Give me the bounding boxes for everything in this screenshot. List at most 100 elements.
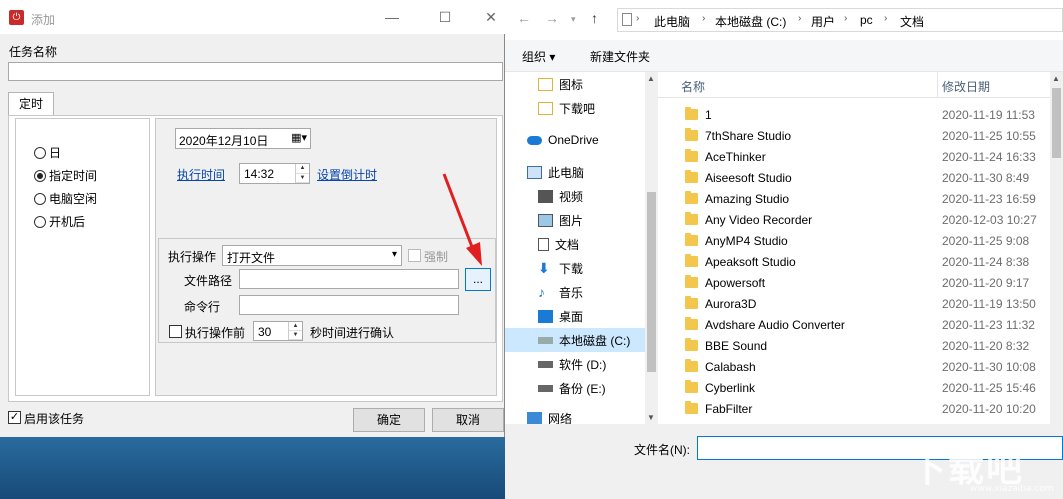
file-path-input[interactable] — [239, 269, 459, 289]
file-row[interactable]: 7thShare Studio 2020-11-25 10:55 — [658, 125, 1048, 146]
new-folder-button[interactable]: 新建文件夹 — [590, 48, 650, 65]
cmdline-input[interactable] — [239, 295, 459, 315]
folder-icon — [685, 401, 698, 414]
nav-item-desktop[interactable]: 桌面 — [505, 304, 657, 328]
radio-specified-time[interactable]: 指定时间 — [34, 167, 97, 184]
breadcrumb-item[interactable]: pc — [860, 13, 873, 27]
date-picker[interactable]: 2020年12月10日 ▦▾ — [175, 128, 311, 149]
radio-day[interactable]: 日 — [34, 144, 61, 161]
spin-up-icon[interactable]: ▲ — [296, 164, 309, 174]
file-date: 2020-11-20 8:32 — [942, 338, 1030, 353]
scroll-up-icon[interactable]: ▲ — [1052, 74, 1060, 83]
nav-item-music[interactable]: ♪ 音乐 — [505, 280, 657, 304]
file-row[interactable]: FabFilter 2020-11-20 10:20 — [658, 398, 1048, 419]
file-date: 2020-11-25 10:55 — [942, 128, 1036, 143]
scrollbar-thumb[interactable] — [647, 192, 656, 372]
column-name[interactable]: 名称 — [681, 78, 705, 95]
nav-scrollbar[interactable]: ▲ ▼ — [645, 72, 658, 424]
forward-icon[interactable]: → — [545, 10, 559, 26]
drive-icon — [538, 360, 553, 368]
pre-exec-checkbox[interactable] — [169, 325, 182, 338]
enable-task-label: 启用该任务 — [24, 412, 85, 426]
schedule-type-group: 日 指定时间 电脑空闲 开机后 — [15, 118, 150, 396]
nav-item-onedrive[interactable]: OneDrive — [505, 128, 657, 152]
nav-item-videos[interactable]: 视频 — [505, 184, 657, 208]
tab-schedule[interactable]: 定时 — [8, 92, 54, 116]
nav-item-pictures[interactable]: 图片 — [505, 208, 657, 232]
file-row[interactable]: Cyberlink 2020-11-25 15:46 — [658, 377, 1048, 398]
column-modified[interactable]: 修改日期 — [942, 78, 990, 95]
chevron-down-icon[interactable]: ▾ — [571, 14, 576, 25]
action-select[interactable]: 打开文件 ▾ — [222, 245, 402, 266]
seconds-input[interactable]: 30 ▲ ▼ — [253, 321, 303, 341]
maximize-icon[interactable]: ☐ — [434, 6, 456, 28]
file-list-scrollbar[interactable]: ▲ — [1050, 72, 1063, 424]
countdown-link[interactable]: 设置倒计时 — [317, 166, 377, 183]
calendar-icon[interactable]: ▦▾ — [291, 131, 307, 144]
cancel-button[interactable]: 取消 — [432, 408, 504, 432]
exec-time-link[interactable]: 执行时间 — [177, 166, 225, 183]
browse-button[interactable]: ... — [465, 268, 491, 291]
nav-item-xiazaiba[interactable]: 下载吧 — [505, 96, 657, 120]
nav-item-downloads[interactable]: ⬇ 下载 — [505, 256, 657, 280]
scroll-down-icon[interactable]: ▼ — [647, 413, 655, 422]
spin-down-icon[interactable]: ▼ — [296, 174, 309, 183]
file-row[interactable]: 1 2020-11-19 11:53 — [658, 104, 1048, 125]
watermark: 下载吧 www.xiazaiba.com — [910, 440, 1060, 495]
radio-dot — [34, 215, 46, 228]
task-name-input[interactable] — [8, 62, 503, 81]
nav-item-drive-d[interactable]: 软件 (D:) — [505, 352, 657, 376]
file-row[interactable]: Aurora3D 2020-11-19 13:50 — [658, 293, 1048, 314]
back-icon[interactable]: ← — [517, 10, 531, 26]
nav-item-icons[interactable]: 图标 — [505, 72, 657, 96]
force-checkbox[interactable] — [408, 249, 421, 262]
file-row[interactable]: AnyMP4 Studio 2020-11-25 9:08 — [658, 230, 1048, 251]
file-row[interactable]: Apowersoft 2020-11-20 9:17 — [658, 272, 1048, 293]
file-row[interactable]: Avdshare Audio Converter 2020-11-23 11:32 — [658, 314, 1048, 335]
file-date: 2020-11-24 16:33 — [942, 149, 1036, 164]
file-row[interactable]: Apeaksoft Studio 2020-11-24 8:38 — [658, 251, 1048, 272]
scroll-up-icon[interactable]: ▲ — [647, 74, 655, 83]
file-date: 2020-11-23 11:32 — [942, 317, 1035, 332]
radio-dot — [34, 192, 46, 205]
time-spinner[interactable]: ▲ ▼ — [295, 164, 309, 183]
file-date: 2020-11-30 8:49 — [942, 170, 1030, 185]
file-row[interactable]: BBE Sound 2020-11-20 8:32 — [658, 335, 1048, 356]
file-date: 2020-11-25 15:46 — [942, 380, 1036, 395]
watermark-url: www.xiazaiba.com — [970, 484, 1054, 494]
file-row[interactable]: AceThinker 2020-11-24 16:33 — [658, 146, 1048, 167]
close-icon[interactable]: ✕ — [480, 6, 502, 28]
seconds-spinner[interactable]: ▲ ▼ — [288, 322, 302, 340]
enable-task-checkbox[interactable]: ✓ — [8, 411, 21, 424]
exec-time-input[interactable]: 14:32 ▲ ▼ — [239, 163, 310, 184]
breadcrumb-item[interactable]: 文档 — [900, 13, 924, 30]
breadcrumb-item[interactable]: 用户 — [811, 13, 835, 30]
nav-item-this-pc[interactable]: 此电脑 — [505, 160, 657, 184]
nav-item-drive-c[interactable]: 本地磁盘 (C:) — [505, 328, 657, 352]
up-icon[interactable]: ↑ — [591, 10, 598, 26]
spin-down-icon[interactable]: ▼ — [289, 331, 302, 340]
nav-item-drive-e[interactable]: 备份 (E:) — [505, 376, 657, 400]
nav-item-documents[interactable]: 文档 — [505, 232, 657, 256]
ok-button[interactable]: 确定 — [353, 408, 425, 432]
spin-up-icon[interactable]: ▲ — [289, 322, 302, 331]
separator-icon: › — [884, 13, 888, 24]
scrollbar-thumb[interactable] — [1052, 88, 1061, 158]
organize-button[interactable]: 组织 ▾ — [522, 48, 555, 65]
folder-icon — [685, 254, 698, 267]
drive-icon — [538, 384, 553, 392]
file-row[interactable]: Amazing Studio 2020-11-23 16:59 — [658, 188, 1048, 209]
breadcrumb-item[interactable]: 此电脑 — [654, 13, 690, 30]
desktop-background — [0, 437, 505, 499]
minimize-icon[interactable]: — — [381, 6, 403, 28]
file-row[interactable]: Aiseesoft Studio 2020-11-30 8:49 — [658, 167, 1048, 188]
file-row[interactable]: Any Video Recorder 2020-12-03 10:27 — [658, 209, 1048, 230]
file-name: Cyberlink — [705, 380, 756, 395]
breadcrumb-item[interactable]: 本地磁盘 (C:) — [715, 13, 786, 30]
radio-idle[interactable]: 电脑空闲 — [34, 190, 97, 207]
file-name: Amazing Studio — [705, 191, 790, 206]
file-row[interactable]: Calabash 2020-11-30 10:08 — [658, 356, 1048, 377]
radio-after-boot[interactable]: 开机后 — [34, 213, 85, 230]
file-name: Apowersoft — [705, 275, 766, 290]
breadcrumb[interactable]: › 此电脑 › 本地磁盘 (C:) › 用户 › pc › 文档 — [617, 8, 1063, 32]
